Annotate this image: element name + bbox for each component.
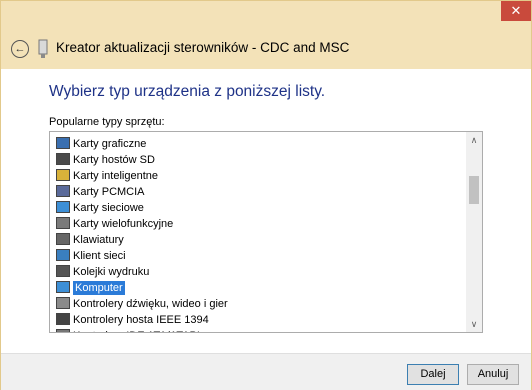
vertical-scrollbar[interactable]: ∧ ∨ <box>466 132 482 332</box>
sound-icon <box>56 297 70 309</box>
hardware-type-list[interactable]: Karty graficzne Karty hostów SD Karty inte… <box>49 131 483 333</box>
list-item[interactable]: Karty inteligentne <box>50 168 466 184</box>
hardware-types-label: Popularne typy sprzętu: <box>49 116 165 128</box>
display-adapter-icon <box>56 137 70 149</box>
back-arrow-icon: ← <box>14 43 26 55</box>
sd-host-icon <box>56 153 70 165</box>
list-item-label: Karty inteligentne <box>73 170 158 182</box>
list-item[interactable]: Kolejki wydruku <box>50 264 466 280</box>
ide-icon <box>56 329 70 332</box>
close-button[interactable]: ✕ <box>501 1 531 21</box>
list-item-label: Kontrolery dźwięku, wideo i gier <box>73 298 228 310</box>
list-item[interactable]: Klawiatury <box>50 232 466 248</box>
list-item[interactable]: Karty graficzne <box>50 136 466 152</box>
network-adapter-icon <box>56 201 70 213</box>
list-item-label: Karty PCMCIA <box>73 186 145 198</box>
scroll-thumb[interactable] <box>469 176 479 204</box>
list-item[interactable]: Karty wielofunkcyjne <box>50 216 466 232</box>
chevron-down-icon: ∨ <box>470 319 478 329</box>
ieee1394-icon <box>56 313 70 325</box>
list-item-label: Klawiatury <box>73 234 124 246</box>
printer-icon <box>56 265 70 277</box>
list-item[interactable]: Karty hostów SD <box>50 152 466 168</box>
scroll-down-button[interactable]: ∨ <box>466 316 482 332</box>
network-client-icon <box>56 249 70 261</box>
list-item[interactable]: Kontrolery dźwięku, wideo i gier <box>50 296 466 312</box>
chevron-up-icon: ∧ <box>470 135 478 145</box>
wizard-header: ← Kreator aktualizacji sterowników - CDC… <box>1 29 531 69</box>
list-item-label: Kolejki wydruku <box>73 266 150 278</box>
scroll-up-button[interactable]: ∧ <box>466 132 482 148</box>
multifunction-icon <box>56 217 70 229</box>
list-item[interactable]: Kontrolery hosta IEEE 1394 <box>50 312 466 328</box>
list-item-label: Kontrolery hosta IEEE 1394 <box>73 314 209 326</box>
list-item[interactable]: Komputer <box>50 280 466 296</box>
wizard-footer: Dalej Anuluj <box>1 353 531 390</box>
list-item-label: Karty sieciowe <box>73 202 144 214</box>
device-icon <box>38 39 48 58</box>
driver-update-window: ✕ ← Kreator aktualizacji sterowników - C… <box>0 0 532 390</box>
wizard-title: Kreator aktualizacji sterowników - CDC a… <box>56 40 350 55</box>
list-item-label: Karty hostów SD <box>73 154 155 166</box>
pcmcia-icon <box>56 185 70 197</box>
list-item-label: Kontrolery IDE ATA/ATAPI <box>73 330 200 332</box>
keyboard-icon <box>56 233 70 245</box>
wizard-content: Wybierz typ urządzenia z poniższej listy… <box>1 69 531 353</box>
cancel-button[interactable]: Anuluj <box>467 364 519 385</box>
instruction-text: Wybierz typ urządzenia z poniższej listy… <box>49 83 326 100</box>
list-item-label: Komputer <box>73 281 125 295</box>
list-item[interactable]: Karty sieciowe <box>50 200 466 216</box>
back-button[interactable]: ← <box>11 40 29 58</box>
list-item[interactable]: Karty PCMCIA <box>50 184 466 200</box>
title-bar: ✕ <box>1 1 531 29</box>
next-button[interactable]: Dalej <box>407 364 459 385</box>
list-item-label: Karty wielofunkcyjne <box>73 218 174 230</box>
list-item-label: Klient sieci <box>73 250 126 262</box>
list-items: Karty graficzne Karty hostów SD Karty inte… <box>50 136 466 332</box>
list-item[interactable]: Klient sieci <box>50 248 466 264</box>
smart-card-icon <box>56 169 70 181</box>
close-icon: ✕ <box>510 3 522 18</box>
computer-icon <box>56 281 70 293</box>
list-item-label: Karty graficzne <box>73 138 147 150</box>
list-item[interactable]: Kontrolery IDE ATA/ATAPI <box>50 328 466 332</box>
